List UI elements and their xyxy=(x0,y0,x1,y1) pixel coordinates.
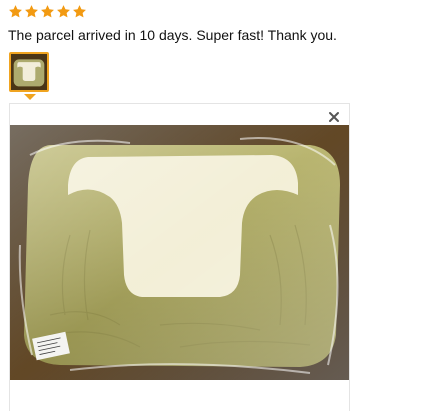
cushion-thumbnail-image xyxy=(11,54,47,90)
photo-viewer xyxy=(9,103,350,411)
star-icon xyxy=(25,5,38,18)
rating-stars xyxy=(8,4,87,19)
close-icon xyxy=(329,112,339,122)
star-icon xyxy=(73,5,86,18)
review-photo-large xyxy=(10,125,349,380)
star-icon xyxy=(57,5,70,18)
star-icon xyxy=(9,5,22,18)
close-viewer-button[interactable] xyxy=(327,110,341,124)
thumbnail-selected-indicator xyxy=(24,94,36,100)
review-photo-thumbnail[interactable] xyxy=(9,52,49,92)
review-text: The parcel arrived in 10 days. Super fas… xyxy=(8,27,337,43)
cushion-photo-image xyxy=(10,125,349,380)
star-icon xyxy=(41,5,54,18)
